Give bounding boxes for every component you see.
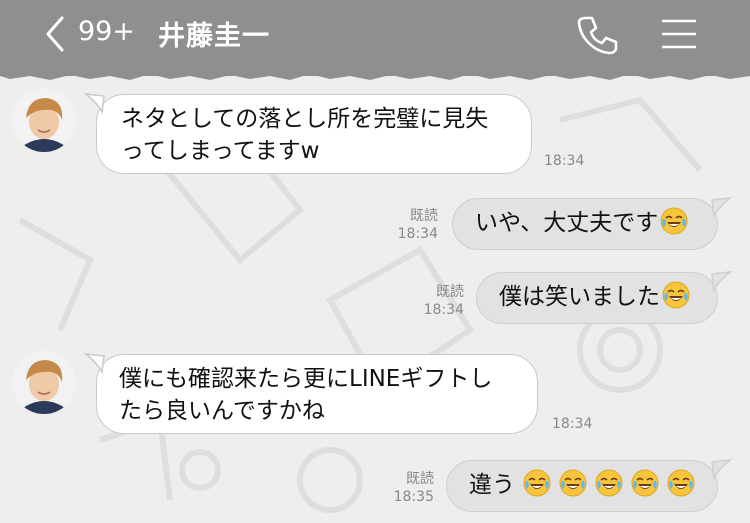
face-with-tears-of-joy-emoji [660, 207, 688, 235]
read-receipt: 既読 18:34 [422, 283, 464, 319]
face-with-tears-of-joy-emoji [631, 469, 659, 497]
bubble-tail [711, 197, 732, 218]
message-text-line: たら良いんですかね [119, 398, 325, 424]
message-bubble[interactable]: 僕は笑いました [476, 272, 718, 324]
unread-count[interactable]: 99+ [78, 16, 135, 47]
phone-icon[interactable] [574, 12, 620, 58]
read-label: 既読 [436, 284, 464, 300]
face-with-tears-of-joy-emoji [667, 469, 695, 497]
message-bubble[interactable]: いや、大丈夫です [452, 198, 718, 250]
message-bubble[interactable]: 僕にも確認来たら更にLINEギフトし たら良いんですかね [96, 354, 538, 434]
message-text-line: ってしまってますw [121, 138, 320, 164]
chevron-left-icon[interactable] [40, 14, 70, 54]
message-text: いや、大丈夫です [475, 210, 659, 236]
message-text: 違う [469, 472, 515, 498]
message-bubble[interactable]: 違う [446, 460, 718, 512]
message-bubble[interactable]: ネタとしての落とし所を完璧に見失 ってしまってますw [96, 94, 532, 174]
message-time: 18:34 [552, 416, 593, 432]
face-with-tears-of-joy-emoji [595, 469, 623, 497]
read-receipt: 既読 18:34 [396, 207, 438, 243]
message-time: 18:34 [544, 153, 585, 169]
message-time: 18:34 [397, 226, 438, 242]
read-label: 既読 [410, 208, 438, 224]
hamburger-menu-icon[interactable] [660, 18, 698, 50]
read-label: 既読 [406, 471, 434, 487]
bubble-tail [711, 459, 732, 480]
message-time: 18:35 [393, 489, 434, 505]
face-with-tears-of-joy-emoji [523, 469, 551, 497]
bubble-tail [711, 271, 732, 292]
contact-name[interactable]: 井藤圭一 [158, 14, 270, 53]
bubble-tail [84, 353, 105, 374]
message-time: 18:34 [423, 302, 464, 318]
face-with-tears-of-joy-emoji [559, 469, 587, 497]
read-receipt: 既読 18:35 [392, 470, 434, 506]
face-with-tears-of-joy-emoji [662, 281, 690, 309]
avatar[interactable] [12, 350, 76, 414]
message-text: 僕は笑いました [499, 284, 660, 310]
message-text-line: ネタとしての落とし所を完璧に見失 [121, 106, 489, 132]
avatar[interactable] [12, 88, 76, 152]
header-torn-edge [0, 70, 750, 80]
bubble-tail [84, 93, 105, 114]
chat-header: 99+ 井藤圭一 [0, 0, 750, 76]
message-text-line: 僕にも確認来たら更にLINEギフトし [119, 366, 493, 392]
